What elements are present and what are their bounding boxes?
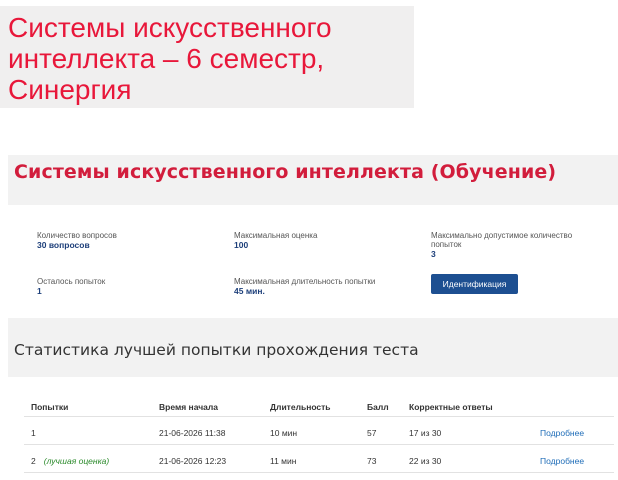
header-start-time: Время начала — [159, 402, 218, 412]
correct-answers: 17 из 30 — [409, 428, 442, 438]
remaining-attempts-label: Осталось попыток — [37, 277, 106, 286]
max-attempts-value: 3 — [431, 249, 436, 259]
max-score: Максимальная оценка 100 — [234, 231, 317, 250]
max-attempts: Максимально допустимое количество попыто… — [431, 231, 591, 259]
row-divider — [24, 444, 614, 445]
questions-count-value: 30 вопросов — [37, 240, 90, 250]
score: 73 — [367, 456, 377, 466]
max-score-value: 100 — [234, 240, 249, 250]
test-portal-panel: Системы искусственного интеллекта (Обуче… — [8, 155, 618, 480]
remaining-attempts-value: 1 — [37, 286, 42, 296]
header-banner: Системы искусственного интеллекта – 6 се… — [0, 6, 414, 108]
attempt-number-best: 2 (лучшая оценка) — [31, 456, 109, 466]
attempts-table: Попытки Время начала Длительность Балл К… — [8, 377, 618, 480]
stats-title: Статистика лучшей попытки прохождения те… — [14, 341, 419, 359]
questions-count: Количество вопросов 30 вопросов — [37, 231, 117, 250]
header-score: Балл — [367, 402, 389, 412]
header-duration: Длительность — [270, 402, 331, 412]
remaining-attempts: Осталось попыток 1 — [37, 277, 105, 296]
row-divider — [24, 472, 614, 473]
identification-button[interactable]: Идентификация — [431, 274, 518, 294]
duration: 11 мин — [270, 456, 297, 466]
details-link[interactable]: Подробнее — [540, 428, 584, 438]
duration: 10 мин — [270, 428, 298, 438]
header-divider — [24, 416, 614, 417]
max-duration: Максимальная длительность попытки 45 мин… — [234, 277, 375, 296]
test-info-card: Количество вопросов 30 вопросов Максимал… — [8, 205, 618, 318]
header-correct-answers: Корректные ответы — [409, 402, 493, 412]
start-time: 21-06-2026 11:38 — [159, 428, 226, 438]
course-title: Системы искусственного интеллекта (Обуче… — [14, 161, 557, 183]
max-score-label: Максимальная оценка — [234, 231, 318, 240]
header-attempts: Попытки — [31, 402, 69, 412]
details-link[interactable]: Подробнее — [540, 456, 584, 466]
correct-answers: 22 из 30 — [409, 456, 442, 466]
attempt-number: 1 — [31, 428, 36, 438]
max-attempts-label: Максимально допустимое количество попыто… — [431, 231, 573, 249]
questions-count-label: Количество вопросов — [37, 231, 117, 240]
max-duration-label: Максимальная длительность попытки — [234, 277, 376, 286]
start-time: 21-06-2026 12:23 — [159, 456, 227, 466]
max-duration-value: 45 мин. — [234, 286, 265, 296]
best-score-note: (лучшая оценка) — [43, 456, 110, 466]
banner-title: Системы искусственного интеллекта – 6 се… — [8, 12, 332, 105]
score: 57 — [367, 428, 377, 438]
attempt-number: 2 — [31, 456, 36, 466]
